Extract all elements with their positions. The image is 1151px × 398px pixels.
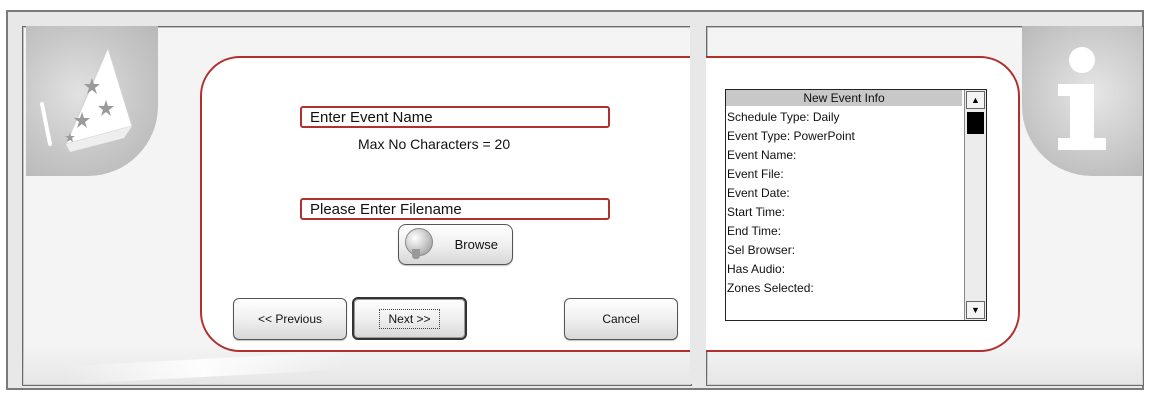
list-item[interactable]: Has Audio: [726,260,962,279]
scroll-down-icon[interactable]: ▼ [966,301,985,319]
cancel-button[interactable]: Cancel [564,298,678,340]
list-header: New Event Info [726,90,962,106]
previous-button[interactable]: << Previous [233,298,347,340]
next-button-label: Next >> [379,308,440,329]
list-item[interactable]: Event Name: [726,146,962,165]
list-item[interactable]: Start Time: [726,203,962,222]
scroll-up-icon[interactable]: ▲ [966,91,985,109]
scroll-thumb[interactable] [967,112,984,134]
browse-button-label: Browse [454,237,498,252]
list-items: Schedule Type: Daily Event Type: PowerPo… [726,108,962,298]
list-item[interactable]: Sel Browser: [726,241,962,260]
previous-button-label: << Previous [257,312,323,326]
list-item[interactable]: Zones Selected: [726,279,962,298]
list-item[interactable]: Event File: [726,165,962,184]
next-button[interactable]: Next >> [352,297,467,340]
vertical-scrollbar[interactable]: ▲ ▼ [964,90,986,320]
panel-divider [690,26,706,384]
list-item[interactable]: Schedule Type: Daily [726,108,962,127]
max-characters-hint: Max No Characters = 20 [358,136,511,152]
list-item[interactable]: Event Type: PowerPoint [726,127,962,146]
filename-input[interactable]: Please Enter Filename [300,198,610,220]
new-event-info-list[interactable]: New Event Info Schedule Type: Daily Even… [725,89,987,321]
list-item[interactable]: Event Date: [726,184,962,203]
info-icon [1022,26,1142,176]
magnifier-icon [405,228,433,259]
browse-button[interactable]: Browse [398,224,513,265]
cancel-button-label: Cancel [602,312,640,326]
event-name-input[interactable]: Enter Event Name [300,106,610,128]
list-item[interactable]: End Time: [726,222,962,241]
wizard-hat-icon [26,26,158,176]
